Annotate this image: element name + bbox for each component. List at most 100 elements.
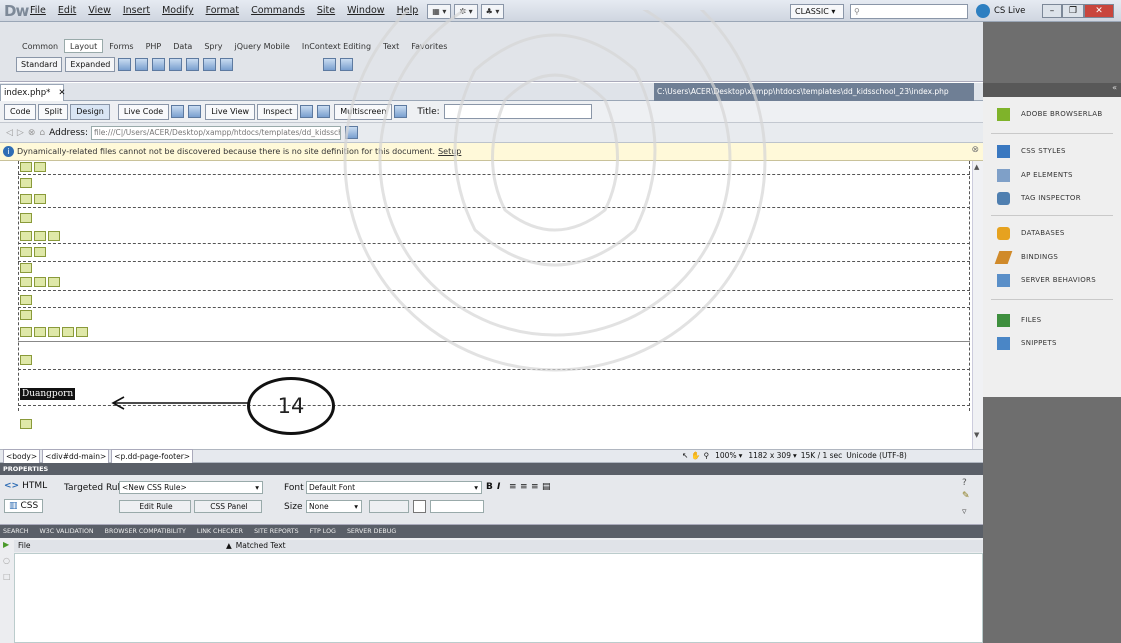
tab-forms[interactable]: Forms xyxy=(103,39,139,53)
panel-tag-inspector[interactable]: TAG INSPECTOR xyxy=(983,187,1121,209)
scroll-up-icon[interactable]: ▲ xyxy=(974,163,979,171)
menu-site[interactable]: Site xyxy=(311,0,341,22)
iframe-icon[interactable] xyxy=(220,57,234,71)
align-left-icon[interactable]: ≡ xyxy=(509,482,517,492)
maximize-button[interactable]: ❐ xyxy=(1062,4,1084,18)
site-dropdown[interactable]: ♣ ▾ xyxy=(480,3,505,19)
browser-preview-icon[interactable] xyxy=(300,105,314,118)
code-view-button[interactable]: Code xyxy=(4,103,37,120)
expand-icon[interactable]: ▿ xyxy=(962,507,967,517)
run-icon[interactable]: ▶ xyxy=(3,540,9,549)
split-view-button[interactable]: Split xyxy=(38,103,69,120)
forward-icon[interactable]: ▷ xyxy=(17,128,24,138)
scroll-down-icon[interactable]: ▼ xyxy=(974,431,979,439)
browse-options-icon[interactable] xyxy=(344,126,358,139)
panel-server-behaviors[interactable]: SERVER BEHAVIORS xyxy=(983,269,1121,291)
title-input[interactable] xyxy=(443,104,592,119)
tab-browser-compatibility[interactable]: BROWSER COMPATIBILITY xyxy=(105,528,186,535)
cs-live-icon[interactable] xyxy=(976,4,990,18)
tab-site-reports[interactable]: SITE REPORTS xyxy=(254,528,299,535)
home-icon[interactable]: ⌂ xyxy=(39,128,45,138)
infobar-close-icon[interactable]: ⊗ xyxy=(971,145,979,155)
color-input[interactable] xyxy=(430,500,484,513)
setup-link[interactable]: Setup xyxy=(438,143,461,161)
size-select[interactable]: None ▾ xyxy=(306,500,362,513)
footer-name-text[interactable]: Duangporn xyxy=(20,388,76,400)
tab-w3c-validation[interactable]: W3C VALIDATION xyxy=(40,528,94,535)
panel-files[interactable]: FILES xyxy=(983,309,1121,331)
refresh-icon[interactable] xyxy=(394,105,408,118)
panel-browserlab[interactable]: ADOBE BROWSERLAB xyxy=(983,103,1121,125)
window-size[interactable]: 1182 x 309 xyxy=(748,449,791,463)
cs-live-label[interactable]: CS Live xyxy=(994,4,1025,18)
tab-link-checker[interactable]: LINK CHECKER xyxy=(197,528,243,535)
insert-div-icon[interactable] xyxy=(118,57,132,71)
back-icon[interactable]: ◁ xyxy=(6,128,13,138)
menu-modify[interactable]: Modify xyxy=(156,0,199,22)
design-scrollbar[interactable]: ▲ ▼ xyxy=(972,161,983,449)
edit-rule-button[interactable]: Edit Rule xyxy=(119,500,191,513)
panel-databases[interactable]: DATABASES xyxy=(983,222,1121,244)
color-picker[interactable] xyxy=(413,500,426,513)
table-mode-icon[interactable] xyxy=(323,57,337,71)
design-view[interactable]: Duangporn 14 xyxy=(0,161,972,449)
workspace-switcher[interactable]: CLASSIC ▾ xyxy=(790,4,844,19)
tab-common[interactable]: Common xyxy=(16,39,64,53)
panel-bindings[interactable]: BINDINGS xyxy=(983,246,1121,268)
help-search-input[interactable]: ⚲ xyxy=(850,4,968,19)
multiscreen-button[interactable]: Multiscreen xyxy=(334,103,393,120)
align-right-icon[interactable]: ≡ xyxy=(531,482,539,492)
results-list[interactable] xyxy=(14,553,983,643)
panel-snippets[interactable]: SNIPPETS xyxy=(983,332,1121,354)
tab-server-debug[interactable]: SERVER DEBUG xyxy=(347,528,396,535)
tab-php[interactable]: PHP xyxy=(140,39,168,53)
tab-favorites[interactable]: Favorites xyxy=(405,39,453,53)
css-panel-button[interactable]: CSS Panel xyxy=(194,500,262,513)
css-mode-button[interactable]: ▥ CSS xyxy=(4,499,44,513)
expanded-button[interactable]: Expanded xyxy=(65,56,116,72)
tab-spry[interactable]: Spry xyxy=(198,39,228,53)
design-view-button[interactable]: Design xyxy=(70,103,110,120)
tab-data[interactable]: Data xyxy=(167,39,198,53)
save-report-icon[interactable]: □ xyxy=(3,572,11,581)
menu-format[interactable]: Format xyxy=(200,0,245,22)
select-tool-icon[interactable]: ↖ xyxy=(682,449,688,463)
targeted-rule-select[interactable]: <New CSS Rule> ▾ xyxy=(119,481,263,494)
globe-icon[interactable] xyxy=(317,105,331,118)
menu-help[interactable]: Help xyxy=(391,0,425,22)
tab-jquery-mobile[interactable]: jQuery Mobile xyxy=(229,39,296,53)
menu-window[interactable]: Window xyxy=(341,0,390,22)
frames-icon[interactable] xyxy=(203,57,217,71)
insert-table-icon[interactable] xyxy=(135,57,149,71)
panel-dock-header[interactable]: « xyxy=(983,83,1121,97)
zoom-level[interactable]: 100% xyxy=(715,449,736,463)
panel-css-styles[interactable]: CSS STYLES xyxy=(983,140,1121,162)
help-icon[interactable]: ? xyxy=(962,478,967,488)
tab-text[interactable]: Text xyxy=(377,39,405,53)
tab-ftp-log[interactable]: FTP LOG xyxy=(310,528,336,535)
layout-dropdown[interactable]: ▦ ▾ xyxy=(427,3,452,19)
menu-view[interactable]: View xyxy=(82,0,117,22)
panel-ap-elements[interactable]: AP ELEMENTS xyxy=(983,164,1121,186)
document-tab[interactable]: index.php* ✕ xyxy=(0,84,66,101)
menu-edit[interactable]: Edit xyxy=(52,0,82,22)
font-select[interactable]: Default Font ▾ xyxy=(306,481,482,494)
stop-icon[interactable]: ⊗ xyxy=(28,128,36,138)
layout-icon[interactable] xyxy=(152,57,166,71)
menu-insert[interactable]: Insert xyxy=(117,0,156,22)
file-column-header[interactable]: File xyxy=(18,540,226,552)
menu-commands[interactable]: Commands xyxy=(245,0,311,22)
matched-column-header[interactable]: Matched Text xyxy=(236,540,286,552)
frames-dropdown-icon[interactable] xyxy=(340,57,354,71)
extend-dropdown[interactable]: ✲ ▾ xyxy=(454,3,478,19)
close-button[interactable]: ✕ xyxy=(1084,4,1114,18)
stop-search-icon[interactable]: ○ xyxy=(3,556,10,565)
address-input[interactable]: file:///C|/Users/ACER/Desktop/xampp/htdo… xyxy=(90,125,341,140)
standard-button[interactable]: Standard xyxy=(16,56,63,72)
ap-div-icon[interactable] xyxy=(169,57,183,71)
collapse-icon[interactable]: « xyxy=(1112,83,1117,92)
tab-layout[interactable]: Layout xyxy=(64,38,104,53)
align-center-icon[interactable]: ≡ xyxy=(520,482,528,492)
visual-aids-icon[interactable] xyxy=(188,105,202,118)
live-code-button[interactable]: Live Code xyxy=(117,103,170,120)
